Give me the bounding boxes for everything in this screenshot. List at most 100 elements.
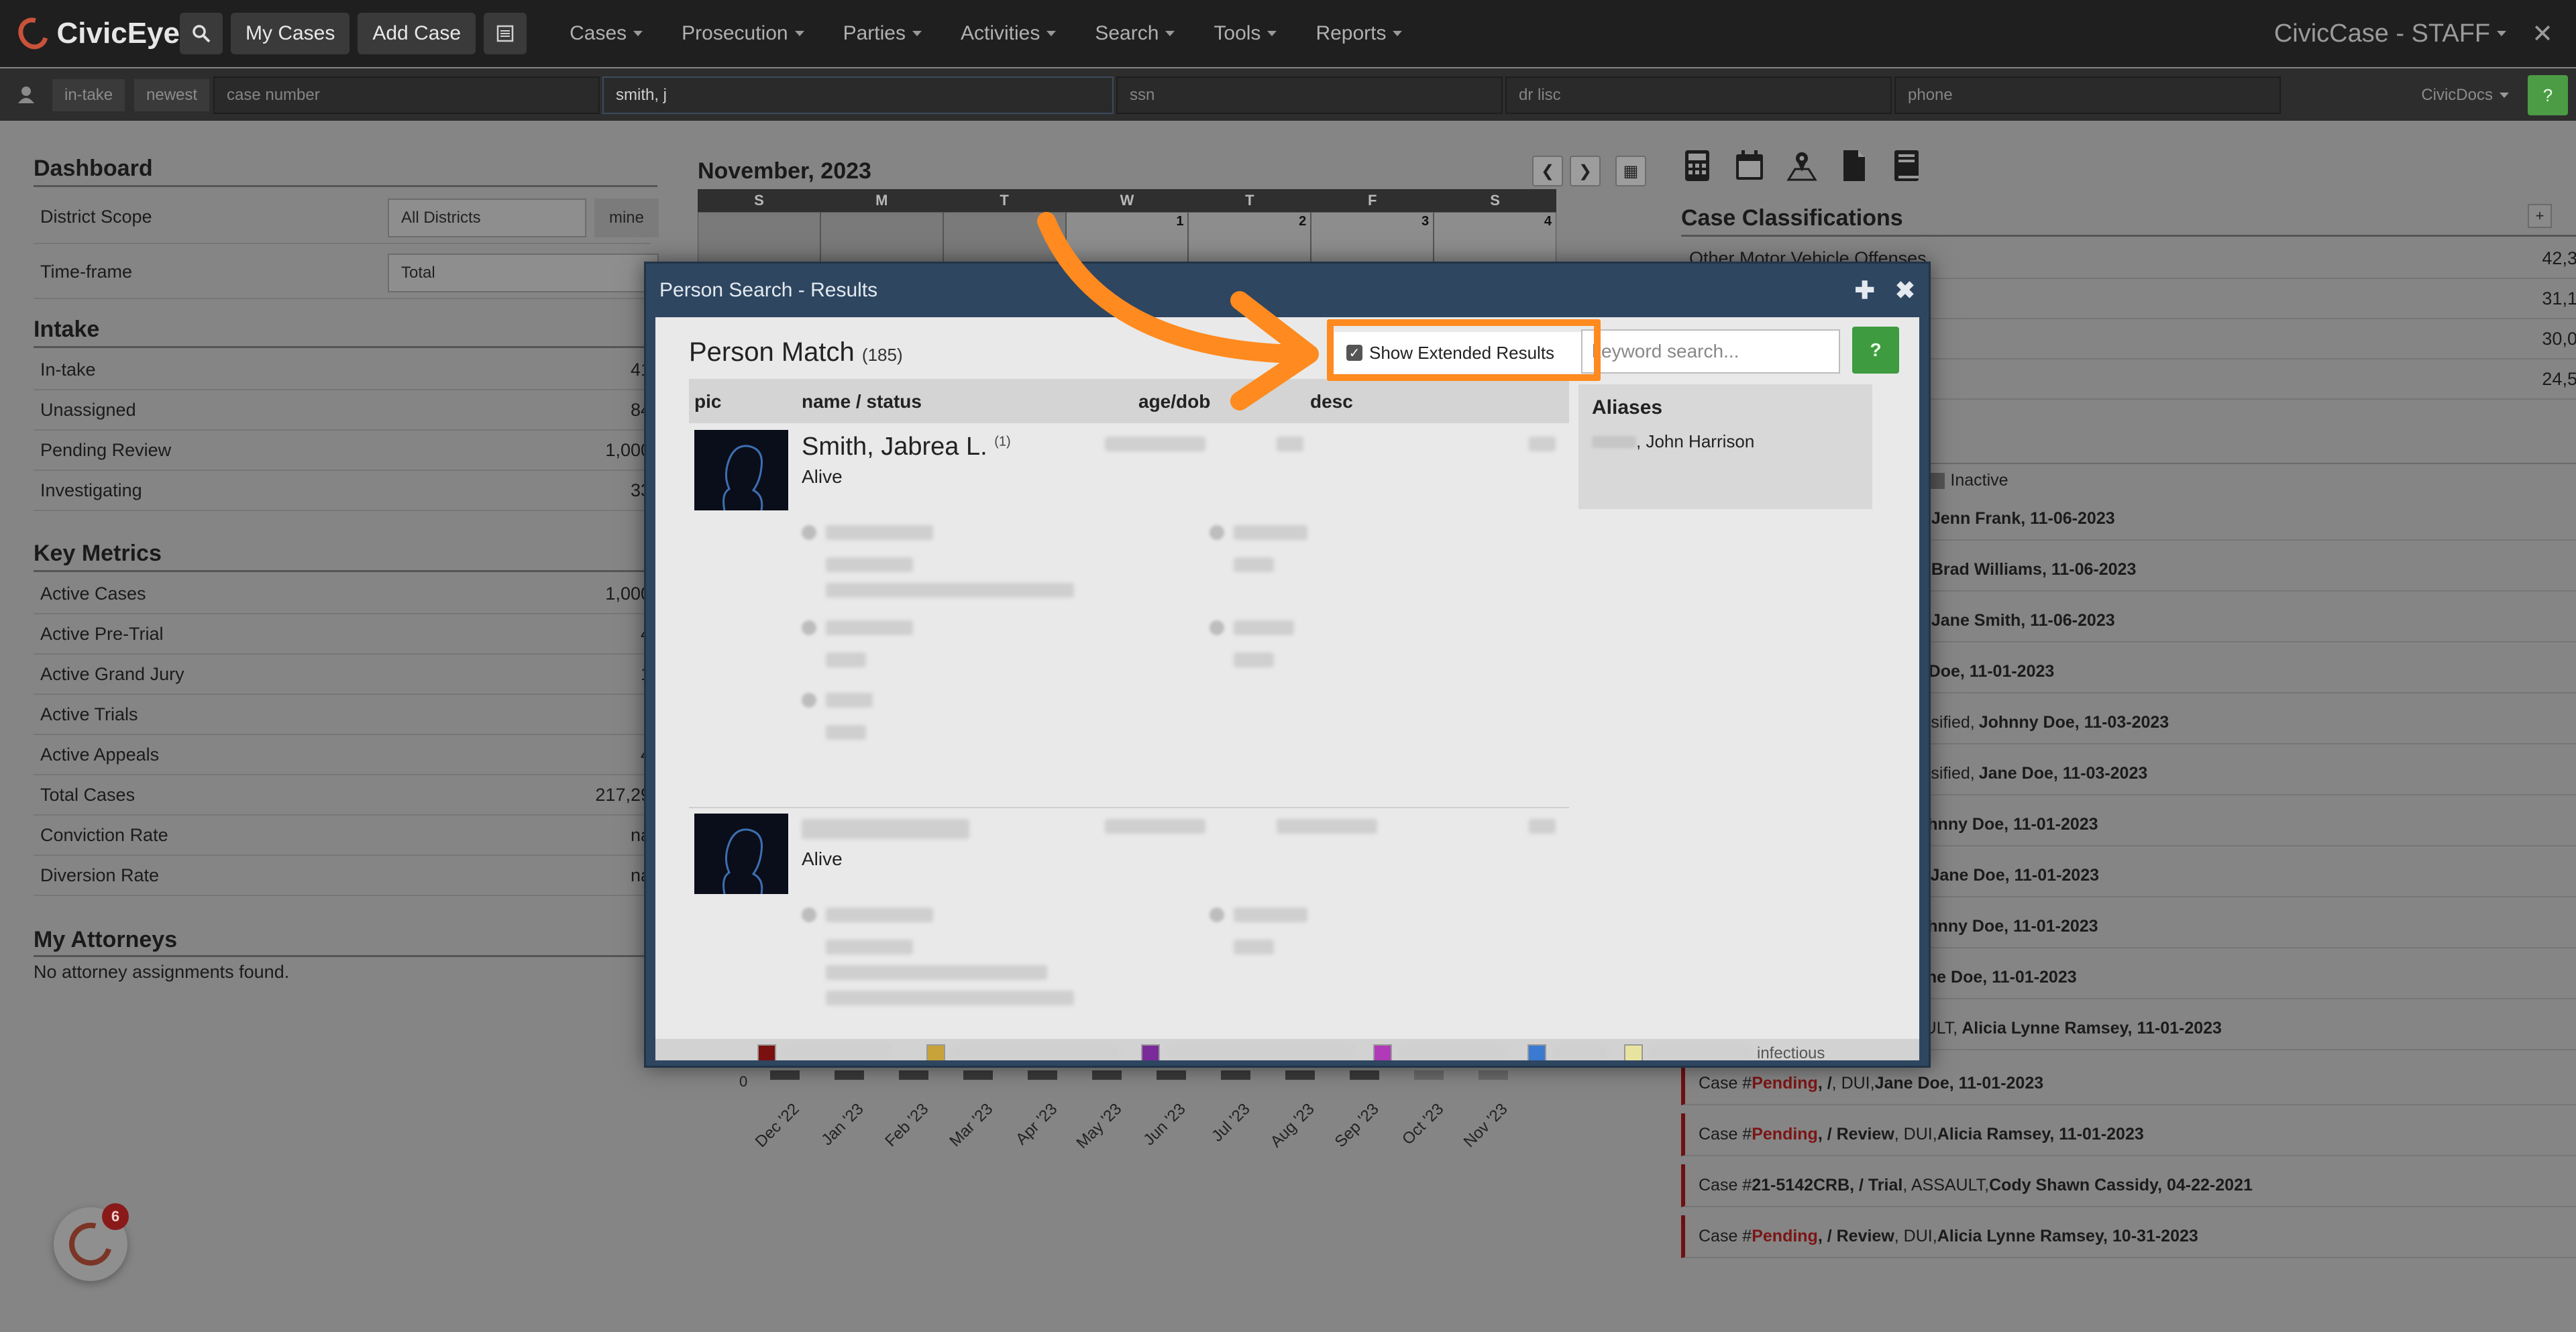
my-cases-button[interactable]: My Cases [231,13,350,54]
calendar-day[interactable] [820,212,943,266]
nav-right: CivicCase - STAFF ✕ [2274,0,2553,67]
case-item[interactable]: Case # Pending, / Review, DUI, Alicia Ra… [1681,1113,2576,1156]
district-scope-select[interactable]: All Districts [388,199,586,237]
intake-button[interactable]: in-take [52,79,125,111]
caret-down-icon [1046,31,1057,36]
weekday-label: T [1000,192,1009,209]
intake-row[interactable]: In-take 41 [34,350,651,390]
add-case-button[interactable]: Add Case [358,13,476,54]
chart-x-label: Mar '23 [945,1100,997,1151]
case-item[interactable]: Case # Pending, / Review, DUI, Alicia Ly… [1681,1215,2576,1258]
list-button[interactable] [484,13,527,54]
chart-x-label: Dec '22 [751,1100,804,1152]
add-classification-button[interactable]: + [2528,204,2552,228]
metric-row[interactable]: Active Trials [34,695,651,735]
civicdocs-dropdown[interactable]: CivicDocs [2421,79,2509,111]
case-item[interactable]: Case #21-5142CRB, / Trial, ASSAULT, Cody… [1681,1164,2576,1207]
metric-row[interactable]: Active Pre-Trial4 [34,614,651,655]
phone-input[interactable]: phone [1894,76,2281,114]
chart-bar [963,1070,993,1080]
close-icon[interactable]: ✕ [2532,19,2553,49]
caret-down-icon [794,31,804,36]
user-icon[interactable] [16,85,36,105]
chart-x-label: Apr '23 [1012,1100,1061,1149]
timeframe-select[interactable]: Total [388,254,659,292]
book-icon[interactable] [1890,149,1923,182]
menu-label: Cases [570,22,627,44]
metric-row[interactable]: Active Appeals4 [34,735,651,775]
redacted-text [1234,620,1294,635]
chart-bar [899,1070,928,1080]
case-item[interactable]: Case # Pending, / , DUI, Jane Doe, 11-01… [1681,1062,2576,1105]
calendar-day[interactable]: 4 [1434,212,1557,266]
divider [1681,235,2576,237]
calendar-day[interactable]: 2 [1188,212,1311,266]
calendar-day[interactable]: 1 [1065,212,1189,266]
person-sup: (1) [994,434,1011,449]
menu-parties[interactable]: Parties [843,22,922,45]
menu-label: Activities [960,22,1040,44]
menu-prosecution[interactable]: Prosecution [682,22,804,45]
redacted-text [1234,940,1274,954]
mine-button[interactable]: mine [594,199,659,237]
divider [34,185,657,187]
chart-bar [1350,1070,1379,1080]
intake-row[interactable]: Pending Review 1,000 [34,431,651,471]
metric-value: 217,29 [595,784,651,805]
menu-cases[interactable]: Cases [570,22,643,45]
case-number: 21-5142CRB, / Trial [1752,1175,1903,1195]
redacted-icon [1210,620,1224,635]
document-icon[interactable] [1838,149,1870,182]
weekday-label: M [875,192,888,209]
case-number-input[interactable]: case number [213,76,600,114]
calendar-day[interactable] [698,212,820,266]
redacted-text [952,1046,1120,1058]
metric-row[interactable]: Active Cases 1,000 [34,574,651,614]
name-search-input[interactable]: smith, j [602,76,1114,114]
menu-tools[interactable]: Tools [1214,22,1277,45]
calendar-view-button[interactable]: ▦ [1615,156,1646,186]
metric-row[interactable]: Diversion Rate na [34,856,651,896]
menu-search[interactable]: Search [1095,22,1175,45]
app-title-dropdown[interactable]: CivicCase - STAFF [2274,19,2507,48]
intake-row[interactable]: Unassigned 84 [34,390,651,431]
expand-icon[interactable]: ✚ [1855,278,1875,302]
calendar-next-button[interactable]: ❯ [1570,156,1601,186]
modal-title: Person Search - Results [659,279,878,301]
metric-row[interactable]: Conviction Rate na [34,816,651,856]
ssn-input[interactable]: ssn [1116,76,1503,114]
notification-button[interactable]: 6 [54,1203,129,1281]
classification-value: 31,198 [2542,288,2576,309]
newest-button[interactable]: newest [134,79,210,111]
metric-row[interactable]: Total Cases 217,29 [34,775,651,816]
intake-row[interactable]: Investigating 33 [34,471,651,511]
person-photo[interactable] [694,430,788,510]
metric-row[interactable]: Active Grand Jury1 [34,655,651,695]
calendar-icon[interactable] [1733,149,1766,182]
keyword-search-input[interactable]: keyword search... [1581,329,1840,374]
search-button[interactable] [180,13,223,54]
civiceye-logo-icon [12,12,54,55]
search-help-button[interactable]: ? [1852,327,1899,374]
map-pin-icon[interactable] [1786,149,1818,182]
calendar-prev-button[interactable]: ❮ [1532,156,1563,186]
menu-activities[interactable]: Activities [960,22,1057,45]
dr-lisc-input[interactable]: dr lisc [1505,76,1892,114]
calendar-day[interactable] [943,212,1066,266]
metric-label: Active Pre-Trial [40,623,164,644]
calendar-day[interactable]: 3 [1311,212,1434,266]
calculator-icon[interactable] [1681,149,1713,182]
brand[interactable]: CivicEye [12,12,180,55]
close-icon[interactable]: ✖ [1895,278,1915,302]
chevron-right-icon: ❯ [1578,162,1593,180]
menu-reports[interactable]: Reports [1316,22,1403,45]
caret-down-icon [1267,31,1277,36]
person-photo[interactable] [694,814,788,894]
key-metrics-title: Key Metrics [34,541,162,566]
col-desc: desc [1310,391,1353,412]
help-button[interactable]: ? [2528,75,2568,115]
chart-bar [1028,1070,1057,1080]
case-classifications-title: Case Classifications [1681,205,1903,231]
redacted-count [1529,437,1556,451]
person-name[interactable]: Smith, Jabrea L. (1) [802,433,1011,461]
